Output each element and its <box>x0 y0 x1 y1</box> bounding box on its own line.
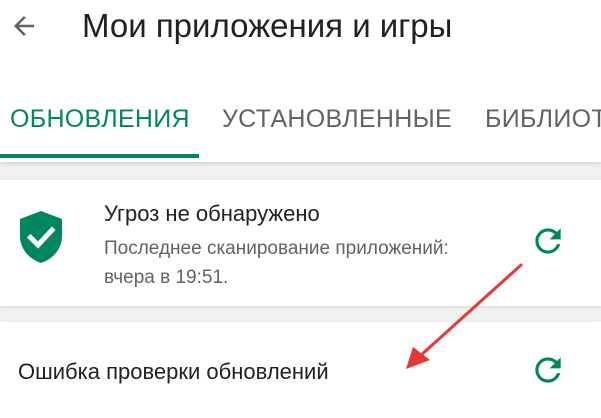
page-title: Мои приложения и игры <box>82 7 453 44</box>
refresh-icon <box>535 357 561 383</box>
tab-bar: ОБНОВЛЕНИЯ УСТАНОВЛЕННЫЕ БИБЛИОТ <box>0 96 601 162</box>
update-error-message: Ошибка проверки обновлений <box>18 359 329 384</box>
update-refresh-button[interactable] <box>528 350 568 390</box>
update-check-card: Ошибка проверки обновлений <box>0 322 601 418</box>
play-protect-card: Угроз не обнаружено Последнее сканирован… <box>0 180 601 306</box>
tab-library[interactable]: БИБЛИОТ <box>485 96 601 158</box>
scan-refresh-button[interactable] <box>528 221 568 261</box>
active-tab-indicator <box>0 154 199 158</box>
app-bar: Мои приложения и игры ОБНОВЛЕНИЯ УСТАНОВ… <box>0 0 601 162</box>
last-scan-line-1: Последнее сканирование приложений: <box>104 238 449 259</box>
shield-check-icon <box>20 211 62 263</box>
last-scan-line-2: вчера в 19:51. <box>104 267 229 288</box>
tab-updates[interactable]: ОБНОВЛЕНИЯ <box>10 96 190 158</box>
back-button[interactable] <box>6 8 42 44</box>
threat-status-title: Угроз не обнаружено <box>104 201 320 226</box>
refresh-icon <box>535 228 561 254</box>
tab-installed[interactable]: УСТАНОВЛЕННЫЕ <box>222 96 452 158</box>
arrow-left-icon <box>14 16 34 36</box>
last-scan-text: Последнее сканирование приложений: вчера… <box>104 234 524 292</box>
